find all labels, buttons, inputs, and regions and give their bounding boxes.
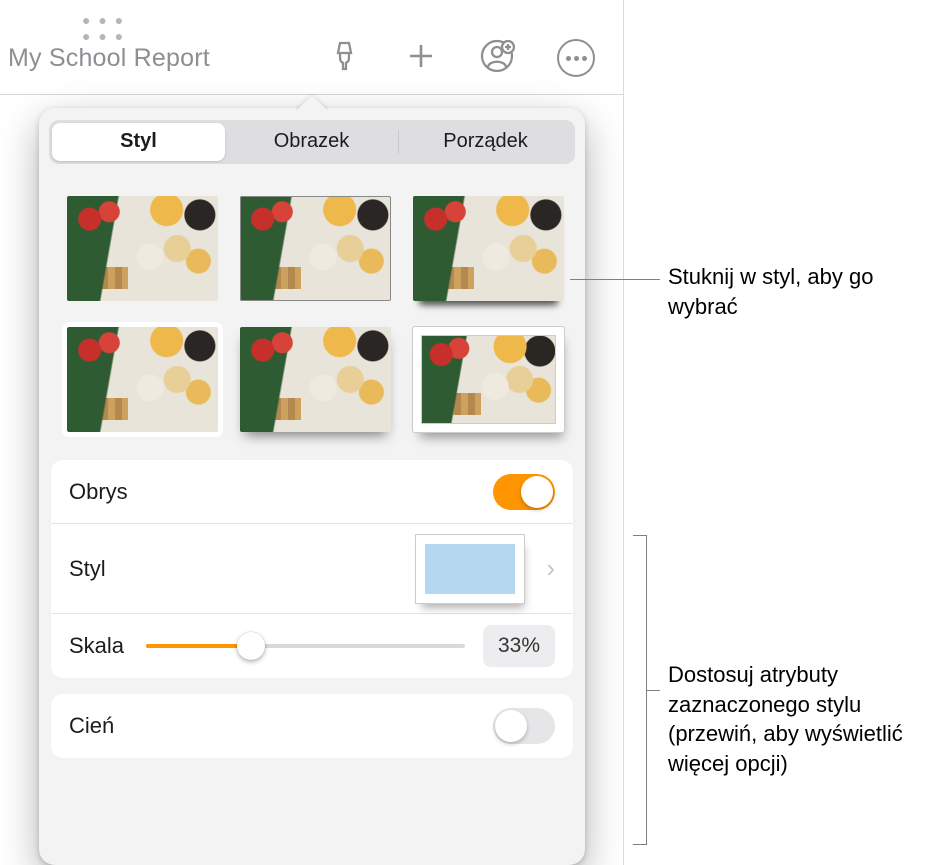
style-preset[interactable]: [413, 196, 564, 301]
style-preset[interactable]: [240, 327, 391, 432]
collaborate-icon[interactable]: [479, 38, 515, 79]
shadow-label: Cień: [69, 713, 114, 739]
callout-line: [646, 690, 660, 691]
style-options-group: Obrys Styl › Skala 33%: [51, 460, 573, 678]
style-preset[interactable]: [240, 196, 391, 301]
scale-row: Skala 33%: [51, 614, 573, 678]
format-popover: Styl Obrazek Porządek Obrys: [39, 108, 585, 865]
outline-toggle[interactable]: [493, 474, 555, 510]
style-preview-swatch: [416, 535, 524, 603]
shadow-row: Cień: [51, 694, 573, 758]
more-icon[interactable]: [557, 39, 595, 77]
style-presets-grid: [39, 164, 585, 460]
window-drag-dots-icon: ● ● ●● ● ●: [82, 12, 125, 44]
callout-text-pick-style: Stuknij w styl, aby go wybrać: [668, 262, 918, 321]
style-label: Styl: [69, 556, 106, 582]
tab-style[interactable]: Styl: [52, 123, 225, 161]
plus-icon[interactable]: [405, 40, 437, 77]
style-preset[interactable]: [67, 196, 218, 301]
style-preset[interactable]: [67, 327, 218, 432]
outline-label: Obrys: [69, 479, 128, 505]
callout-line: [570, 279, 660, 280]
app-window: ● ● ●● ● ● My School Report: [0, 0, 624, 865]
format-tabs: Styl Obrazek Porządek: [49, 120, 575, 164]
scale-slider[interactable]: [146, 644, 465, 648]
style-preset[interactable]: [413, 327, 564, 432]
chevron-right-icon: ›: [546, 553, 555, 584]
scale-value[interactable]: 33%: [483, 625, 555, 667]
outline-row: Obrys: [51, 460, 573, 524]
scale-label: Skala: [69, 633, 124, 659]
format-brush-icon[interactable]: [329, 39, 363, 78]
callout-text-adjust-attrs: Dostosuj atrybuty zaznaczonego stylu (pr…: [668, 660, 918, 779]
shadow-toggle[interactable]: [493, 708, 555, 744]
style-row[interactable]: Styl ›: [51, 524, 573, 614]
tab-image[interactable]: Obrazek: [225, 123, 398, 161]
tab-arrange[interactable]: Porządek: [399, 123, 572, 161]
document-title: My School Report: [8, 44, 210, 73]
shadow-options-group: Cień: [51, 694, 573, 758]
